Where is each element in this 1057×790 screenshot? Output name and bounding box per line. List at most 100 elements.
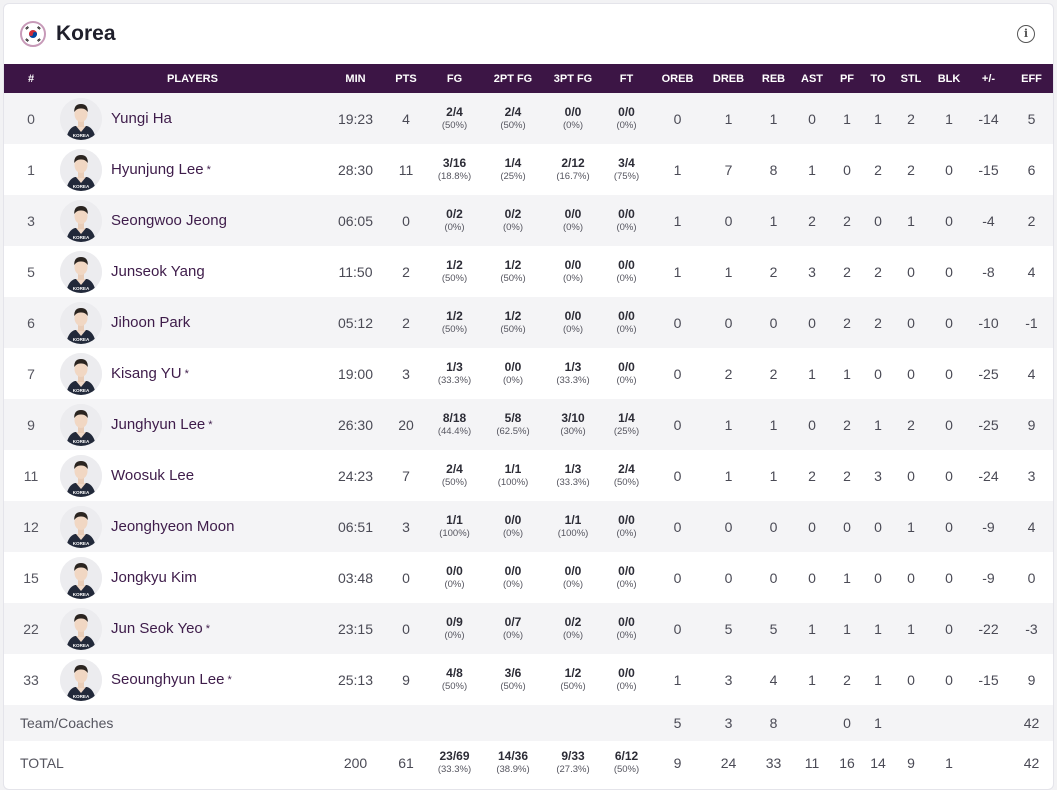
column-header[interactable]: REB xyxy=(754,64,793,93)
player-cell[interactable]: KOREA Jongkyu Kim xyxy=(58,552,327,603)
p2-stat-percentage: (100%) xyxy=(497,476,529,488)
player-row[interactable]: 22 KOREA Jun Seok Yeo * 23:15 0 0/9 (0%) 0/7 (0%)… xyxy=(4,603,1053,654)
player-name-link[interactable]: Jihoon Park xyxy=(111,314,190,331)
column-header[interactable]: # xyxy=(4,64,58,93)
fg-stat-made-attempted: 3/16 xyxy=(442,155,467,170)
p2-stat-made-attempted: 2/4 xyxy=(504,104,522,119)
player-name-link[interactable]: Kisang YU xyxy=(111,365,182,382)
player-name-link[interactable]: Hyunjung Lee xyxy=(111,161,204,178)
fg-stat: 3/16 (18.8%) xyxy=(428,144,481,195)
minutes: 05:12 xyxy=(327,297,384,348)
column-header[interactable]: PF xyxy=(831,64,863,93)
player-avatar: KOREA xyxy=(60,607,102,650)
player-name-link[interactable]: Junseok Yang xyxy=(111,263,205,280)
stl-stat: 0 xyxy=(907,263,915,280)
ast-stat: 1 xyxy=(808,365,816,382)
player-cell[interactable]: KOREA Junghyun Lee * xyxy=(58,399,327,450)
points: 0 xyxy=(384,603,428,654)
player-row[interactable]: 15 KOREA Jongkyu Kim 03:48 0 0/0 (0%) 0/0 (0%) 0/… xyxy=(4,552,1053,603)
column-header[interactable]: AST xyxy=(793,64,831,93)
column-header[interactable]: DREB xyxy=(703,64,754,93)
column-header[interactable]: MIN xyxy=(327,64,384,93)
column-header[interactable]: TO xyxy=(863,64,893,93)
minutes: 200 xyxy=(343,755,368,771)
column-header[interactable]: EFF xyxy=(1008,64,1053,93)
ft-stat: 2/4 (50%) xyxy=(601,450,652,501)
column-header[interactable]: BLK xyxy=(929,64,969,93)
player-row[interactable]: 9 KOREA Junghyun Lee * 26:30 20 8/18 (44.4%) 5/8… xyxy=(4,399,1053,450)
p2-stat: 5/8 (62.5%) xyxy=(481,399,545,450)
fg-stat-percentage: (50%) xyxy=(441,680,468,692)
oreb-stat: 1 xyxy=(673,263,682,280)
info-icon[interactable]: i xyxy=(1017,25,1035,43)
fg-stat-made-attempted: 4/8 xyxy=(446,665,463,680)
player-cell[interactable]: KOREA Jeonghyeon Moon xyxy=(58,501,327,552)
player-cell[interactable]: KOREA Woosuk Lee xyxy=(58,450,327,501)
player-row[interactable]: 33 KOREA Seounghyun Lee * 25:13 9 4/8 (50%) 3/6(… xyxy=(4,654,1053,705)
player-cell[interactable]: KOREA Hyunjung Lee * xyxy=(58,144,327,195)
column-header[interactable]: 2PT FG xyxy=(481,64,545,93)
ft-stat-made-attempted: 2/4 xyxy=(618,461,635,476)
column-header[interactable]: +/- xyxy=(969,64,1008,93)
stl-stat: 2 xyxy=(893,93,929,144)
eff-stat: 42 xyxy=(1008,705,1053,741)
player-row[interactable]: 11 KOREA Woosuk Lee 24:23 7 2/4 (50%) 1/1 (100%)… xyxy=(4,450,1053,501)
oreb-stat: 0 xyxy=(673,467,682,484)
player-row[interactable]: 1 KOREA Hyunjung Lee * 28:30 11 3/16 (18.8%) 1/4… xyxy=(4,144,1053,195)
p3-stat: 1/3 (33.3%) xyxy=(545,450,601,501)
player-row[interactable]: 0 KOREA Yungi Ha 19:23 4 2/4 (50%) 2/4 (50%) 0/0(… xyxy=(4,93,1053,144)
pf-stat: 1 xyxy=(831,603,863,654)
player-cell[interactable]: KOREA Jun Seok Yeo * xyxy=(58,603,327,654)
player-cell[interactable]: KOREA Seounghyun Lee * xyxy=(58,654,327,705)
eff-stat: -3 xyxy=(1008,603,1053,654)
player-row[interactable]: 5 KOREA Junseok Yang 11:50 2 1/2 (50%) 1/2 (50%)… xyxy=(4,246,1053,297)
blk-stat xyxy=(929,705,969,741)
player-cell[interactable]: KOREA Seongwoo Jeong xyxy=(58,195,327,246)
column-header[interactable]: OREB xyxy=(652,64,703,93)
column-header[interactable]: FG xyxy=(428,64,481,93)
player-row[interactable]: 7 KOREA Kisang YU * 19:00 3 1/3 (33.3%) 0/0 (0%) 1… xyxy=(4,348,1053,399)
player-name-link[interactable]: Seounghyun Lee xyxy=(111,671,224,688)
blk-stat: 1 xyxy=(929,93,969,144)
pf-stat: 2 xyxy=(831,399,863,450)
player-name-link[interactable]: Yungi Ha xyxy=(111,110,172,127)
player-row[interactable]: 12 KOREA Jeonghyeon Moon 06:51 3 1/1 (100%) 0/0… xyxy=(4,501,1053,552)
player-avatar: KOREA xyxy=(60,556,102,599)
blk-stat: 0 xyxy=(945,365,953,382)
ft-stat: 0/0 (0%) xyxy=(601,297,652,348)
player-cell[interactable]: KOREA Jihoon Park xyxy=(58,297,327,348)
p3-stat: 1/3 (33.3%) xyxy=(545,348,601,399)
p2-stat: 3/6 (50%) xyxy=(481,654,545,705)
column-header[interactable]: STL xyxy=(893,64,929,93)
stl-stat xyxy=(893,705,929,741)
reb-stat: 1 xyxy=(769,467,778,484)
player-cell[interactable]: KOREA Yungi Ha xyxy=(58,93,327,144)
player-name-link[interactable]: Jeonghyeon Moon xyxy=(111,518,234,535)
fg-stat: 2/4 (50%) xyxy=(428,450,481,501)
player-cell[interactable]: KOREA Junseok Yang xyxy=(58,246,327,297)
to-stat: 14 xyxy=(870,755,886,771)
player-name-link[interactable]: Woosuk Lee xyxy=(111,467,194,484)
player-cell[interactable]: KOREA Kisang YU * xyxy=(58,348,327,399)
column-header[interactable]: PLAYERS xyxy=(58,64,327,93)
player-name-link[interactable]: Seongwoo Jeong xyxy=(111,212,227,229)
player-avatar: KOREA xyxy=(60,658,102,701)
points: 0 xyxy=(384,195,428,246)
column-header[interactable]: FT xyxy=(601,64,652,93)
stl-stat: 0 xyxy=(907,569,915,586)
player-row[interactable]: 6 KOREA Jihoon Park 05:12 2 1/2 (50%) 1/2 (50%) 0… xyxy=(4,297,1053,348)
p3-stat-percentage: (30%) xyxy=(560,425,586,437)
player-name-link[interactable]: Jongkyu Kim xyxy=(111,569,197,586)
player-name-link[interactable]: Jun Seok Yeo xyxy=(111,620,203,637)
points: 0 xyxy=(402,569,410,586)
ft-stat-percentage: (0%) xyxy=(616,374,637,386)
ft-stat: 1/4 (25%) xyxy=(601,399,652,450)
stl-stat: 0 xyxy=(907,365,915,382)
player-name-link[interactable]: Junghyun Lee xyxy=(111,416,205,433)
column-header[interactable]: PTS xyxy=(384,64,428,93)
to-stat: 2 xyxy=(874,263,882,280)
column-header[interactable]: 3PT FG xyxy=(545,64,601,93)
minutes: 24:23 xyxy=(337,467,374,484)
player-row[interactable]: 3 KOREA Seongwoo Jeong 06:05 0 0/2 (0%) 0/2 (0%)… xyxy=(4,195,1053,246)
fg-stat-made-attempted: 1/1 xyxy=(446,512,463,527)
